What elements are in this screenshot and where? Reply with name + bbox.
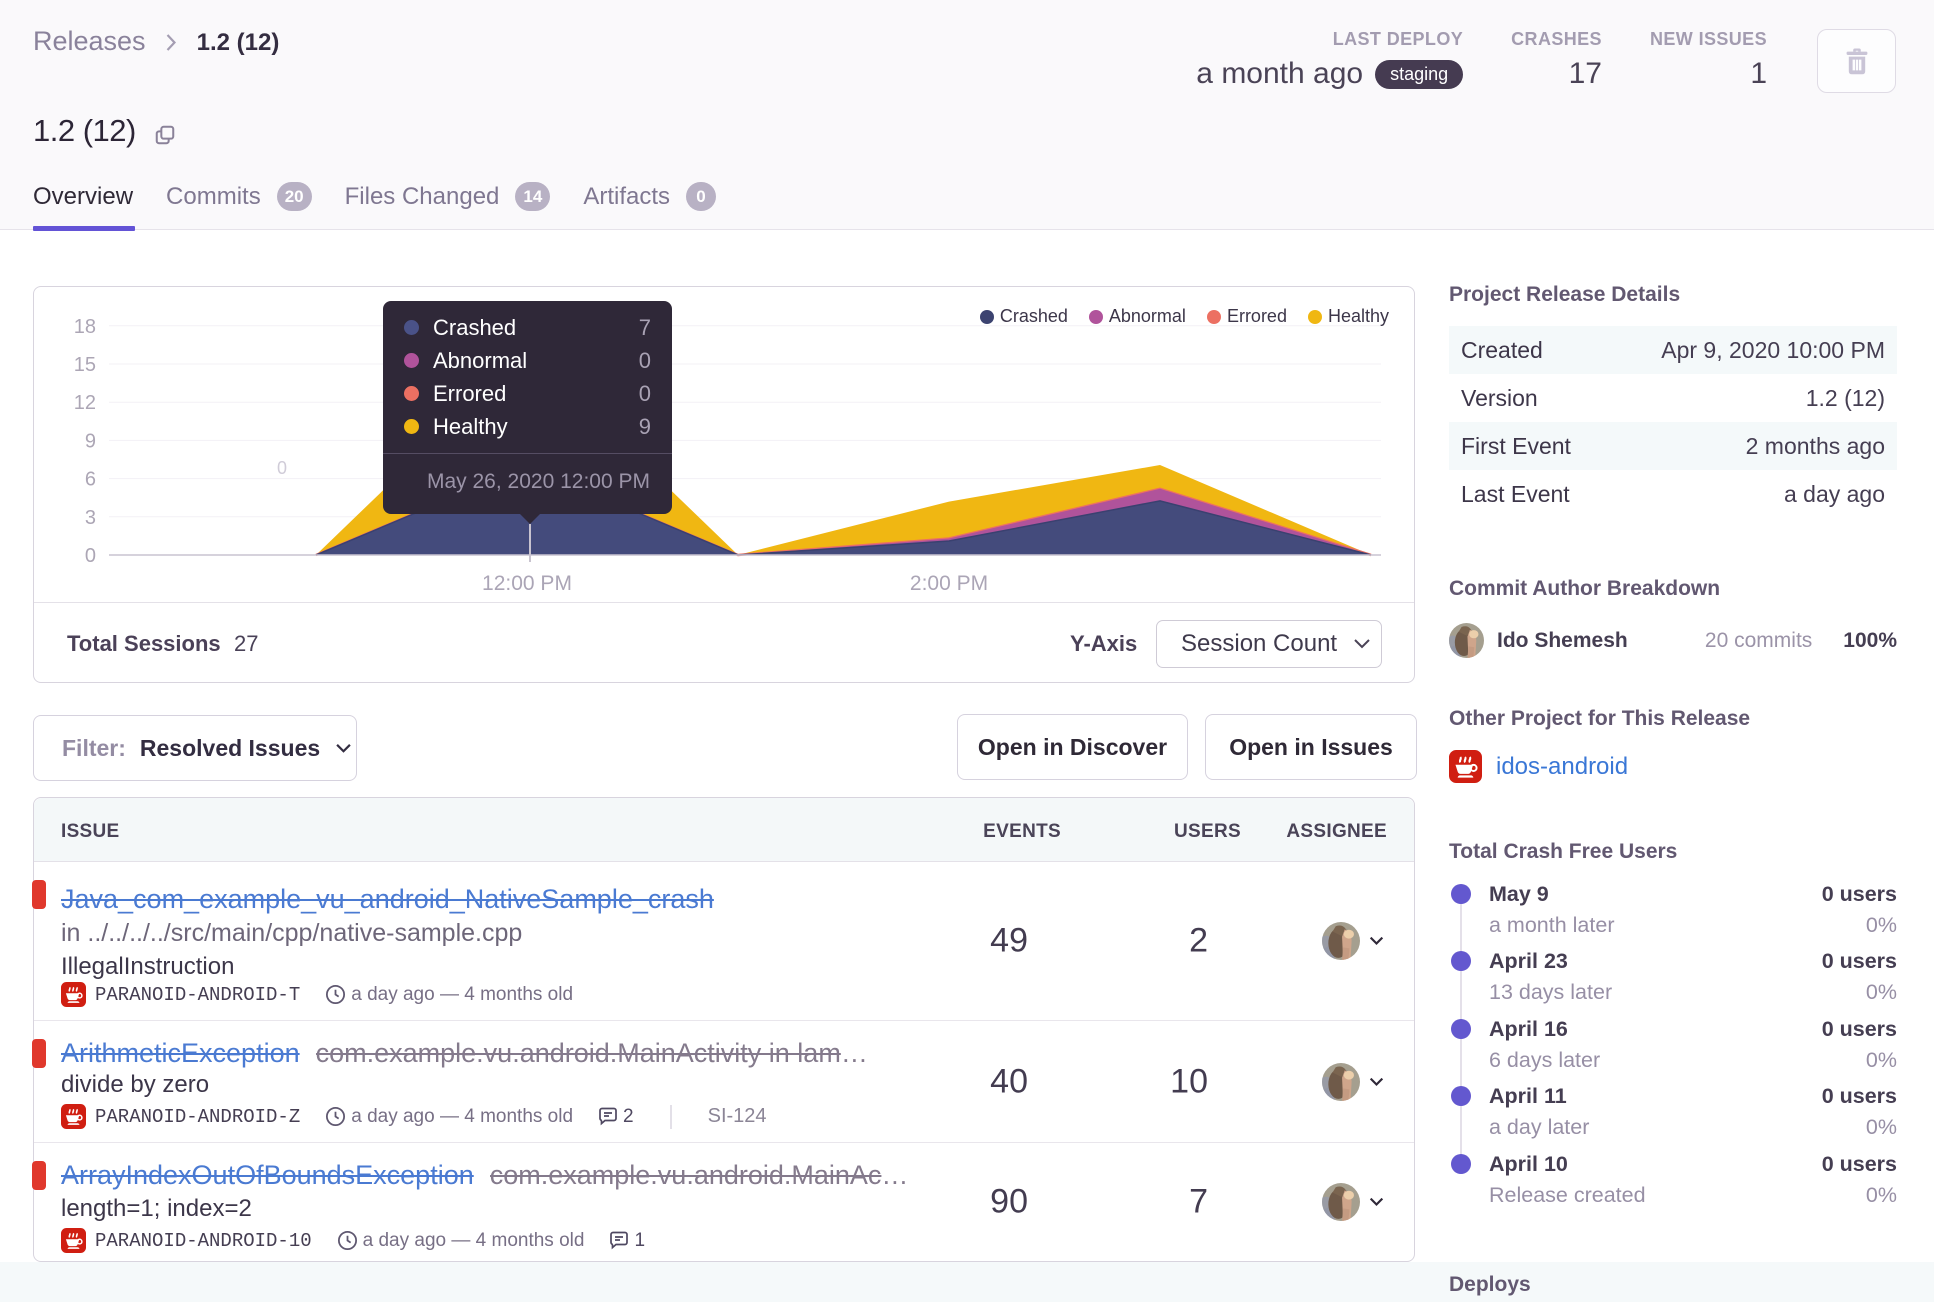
svg-text:9: 9 [85, 430, 96, 452]
svg-text:18: 18 [74, 316, 96, 338]
svg-text:12: 12 [74, 392, 96, 414]
svg-text:12:00 PM: 12:00 PM [482, 572, 572, 595]
svg-text:0: 0 [277, 458, 287, 478]
svg-text:2:00 PM: 2:00 PM [910, 572, 988, 595]
svg-text:0: 0 [85, 545, 96, 567]
svg-text:6: 6 [85, 469, 96, 491]
svg-text:3: 3 [85, 507, 96, 529]
svg-text:15: 15 [74, 354, 96, 376]
